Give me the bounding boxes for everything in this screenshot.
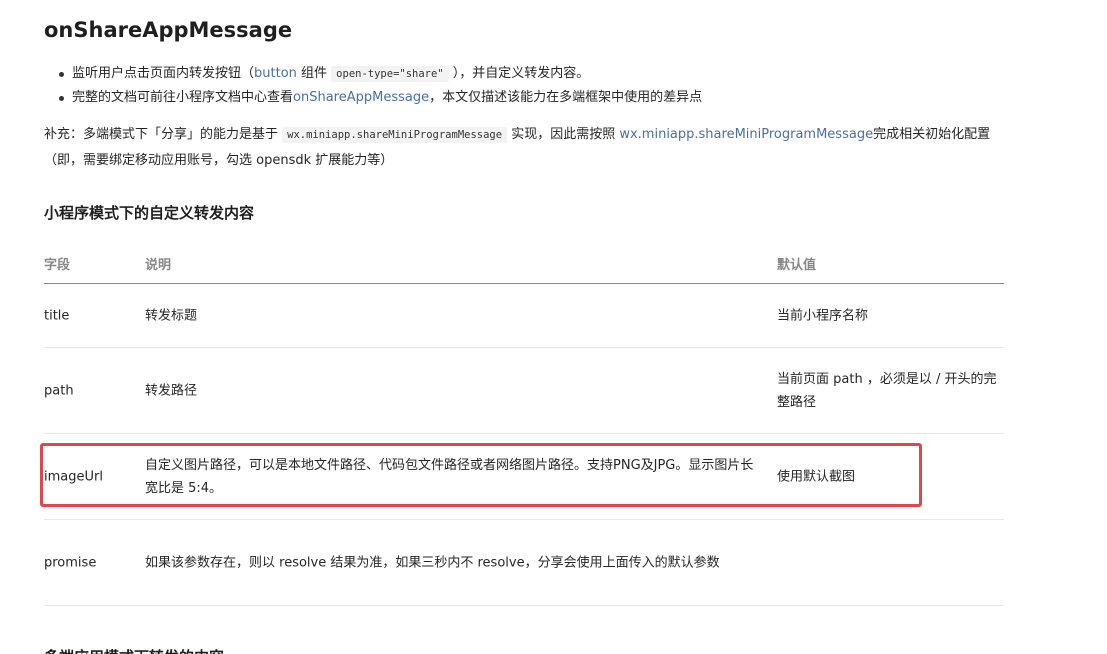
onshareappmessage-doc-link[interactable]: onShareAppMessage	[293, 90, 429, 105]
cell-default: 当前小程序名称	[777, 308, 869, 323]
table-header: 字段 说明 默认值	[44, 240, 1004, 284]
bullet-text: 组件	[296, 66, 332, 81]
inline-code: wx.miniapp.shareMiniProgramMessage	[282, 127, 508, 143]
header-desc: 说明	[145, 258, 172, 273]
table-row: imageUrl 自定义图片路径，可以是本地文件路径、代码包文件路径或者网络图片…	[44, 434, 1004, 520]
bullet-text: ），并自定义转发内容。	[448, 66, 590, 81]
bullet-text: 完整的文档可前往小程序文档中心查看	[72, 90, 294, 105]
page-title: onShareAppMessage	[44, 18, 293, 42]
cell-desc: 转发标题	[145, 308, 198, 323]
note-text: 实现，因此需按照	[507, 127, 620, 142]
cell-default: 当前页面 path ，必须是以 / 开头的完整路径	[777, 371, 997, 410]
cell-default: 使用默认截图	[777, 469, 856, 484]
cell-desc: 转发路径	[145, 383, 198, 398]
button-component-link[interactable]: button	[254, 66, 297, 81]
cell-field: promise	[44, 555, 97, 570]
cell-field: title	[44, 308, 70, 323]
cell-field: imageUrl	[44, 469, 103, 484]
section-title: 小程序模式下的自定义转发内容	[44, 204, 255, 222]
next-section-title: 多端应用模式下转发的内容	[44, 646, 224, 654]
inline-code: open-type="share"	[331, 66, 449, 82]
doc-page: onShareAppMessage 监听用户点击页面内转发按钮（button 组…	[0, 0, 1107, 654]
header-field: 字段	[44, 258, 71, 273]
table-row: title 转发标题 当前小程序名称	[44, 284, 1004, 348]
cell-desc: 自定义图片路径，可以是本地文件路径、代码包文件路径或者网络图片路径。支持PNG及…	[145, 457, 754, 496]
list-item: 监听用户点击页面内转发按钮（button 组件 open-type="share…	[44, 62, 702, 86]
table-row: path 转发路径 当前页面 path ，必须是以 / 开头的完整路径	[44, 348, 1004, 434]
supplement-note: 补充：多端模式下「分享」的能力是基于 wx.miniapp.shareMiniP…	[44, 122, 1004, 173]
intro-bullets: 监听用户点击页面内转发按钮（button 组件 open-type="share…	[44, 62, 702, 110]
params-table: 字段 说明 默认值 title 转发标题 当前小程序名称 path 转发路径 当…	[44, 240, 1004, 606]
list-item: 完整的文档可前往小程序文档中心查看onShareAppMessage，本文仅描述…	[44, 86, 702, 110]
note-text: 补充：多端模式下「分享」的能力是基于	[44, 127, 283, 142]
bullet-text: ，本文仅描述该能力在多端框架中使用的差异点	[429, 90, 703, 105]
share-mini-program-message-link[interactable]: wx.miniapp.shareMiniProgramMessage	[619, 127, 873, 142]
cell-field: path	[44, 383, 74, 398]
header-default: 默认值	[777, 258, 817, 273]
cell-desc: 如果该参数存在，则以 resolve 结果为准，如果三秒内不 resolve，分…	[145, 555, 720, 570]
bullet-text: 监听用户点击页面内转发按钮（	[72, 66, 255, 81]
table-row: promise 如果该参数存在，则以 resolve 结果为准，如果三秒内不 r…	[44, 520, 1004, 606]
